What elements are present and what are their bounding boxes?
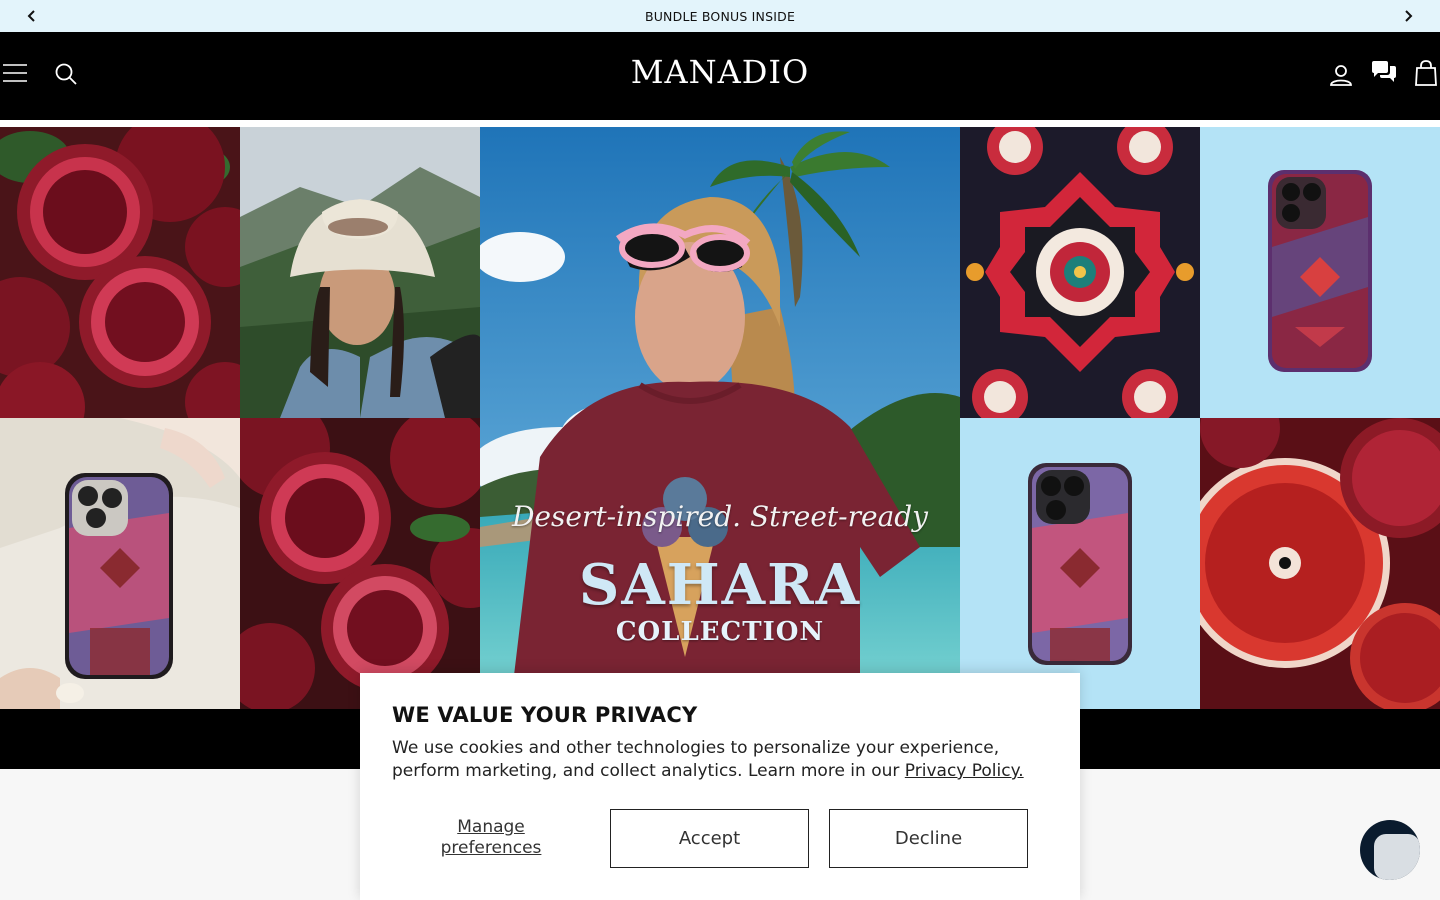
site-logo[interactable]: MANADIO — [560, 52, 880, 92]
accept-button[interactable]: Accept — [610, 809, 809, 868]
hero-collage: Desert-inspired. Street-ready SAHARA COL… — [0, 127, 1440, 709]
header-divider — [0, 120, 1440, 127]
cart-icon — [1415, 60, 1437, 86]
menu-icon — [3, 64, 27, 82]
chat-button[interactable] — [1368, 58, 1400, 86]
chat-icon — [1372, 61, 1396, 82]
cookie-title: WE VALUE YOUR PRIVACY — [392, 703, 698, 727]
chat-widget-button[interactable] — [1360, 820, 1420, 880]
search-button[interactable] — [52, 60, 80, 88]
chat-widget-icon — [1374, 834, 1420, 880]
pomegranate-image[interactable] — [0, 127, 240, 418]
manage-preferences-link[interactable]: Manage preferences — [408, 817, 574, 859]
chevron-right-icon — [1405, 10, 1413, 22]
privacy-policy-link[interactable]: Privacy Policy. — [905, 761, 1024, 781]
cookie-body: We use cookies and other technologies to… — [392, 737, 1052, 783]
hero-tagline: Desert-inspired. Street-ready — [511, 500, 929, 533]
phone-case-image-1[interactable] — [1200, 127, 1440, 418]
announcement-bar: BUNDLE BONUS INSIDE — [0, 0, 1440, 32]
site-header: MANADIO — [0, 32, 1440, 120]
phone-case-image-2[interactable] — [960, 418, 1200, 709]
announcement-prev-button[interactable] — [24, 8, 40, 24]
decline-button[interactable]: Decline — [829, 809, 1028, 868]
announcement-next-button[interactable] — [1400, 8, 1416, 24]
hero-title: SAHARA — [578, 552, 862, 618]
hero-subtitle: COLLECTION — [615, 617, 825, 647]
chevron-left-icon — [27, 10, 35, 22]
cookie-consent-banner: WE VALUE YOUR PRIVACY We use cookies and… — [360, 673, 1080, 900]
account-button[interactable] — [1326, 60, 1356, 90]
bucket-hat-model-image[interactable] — [240, 127, 480, 418]
pomegranate-image-2[interactable] — [240, 418, 480, 709]
menu-button[interactable] — [0, 60, 30, 86]
cart-button[interactable] — [1412, 58, 1440, 88]
announcement-text[interactable]: BUNDLE BONUS INSIDE — [645, 9, 795, 24]
blood-orange-image[interactable] — [1200, 418, 1440, 709]
phone-case-in-hand-image[interactable] — [0, 418, 240, 709]
persian-rug-image[interactable] — [960, 127, 1200, 418]
search-icon — [55, 63, 77, 85]
account-icon — [1330, 65, 1352, 86]
